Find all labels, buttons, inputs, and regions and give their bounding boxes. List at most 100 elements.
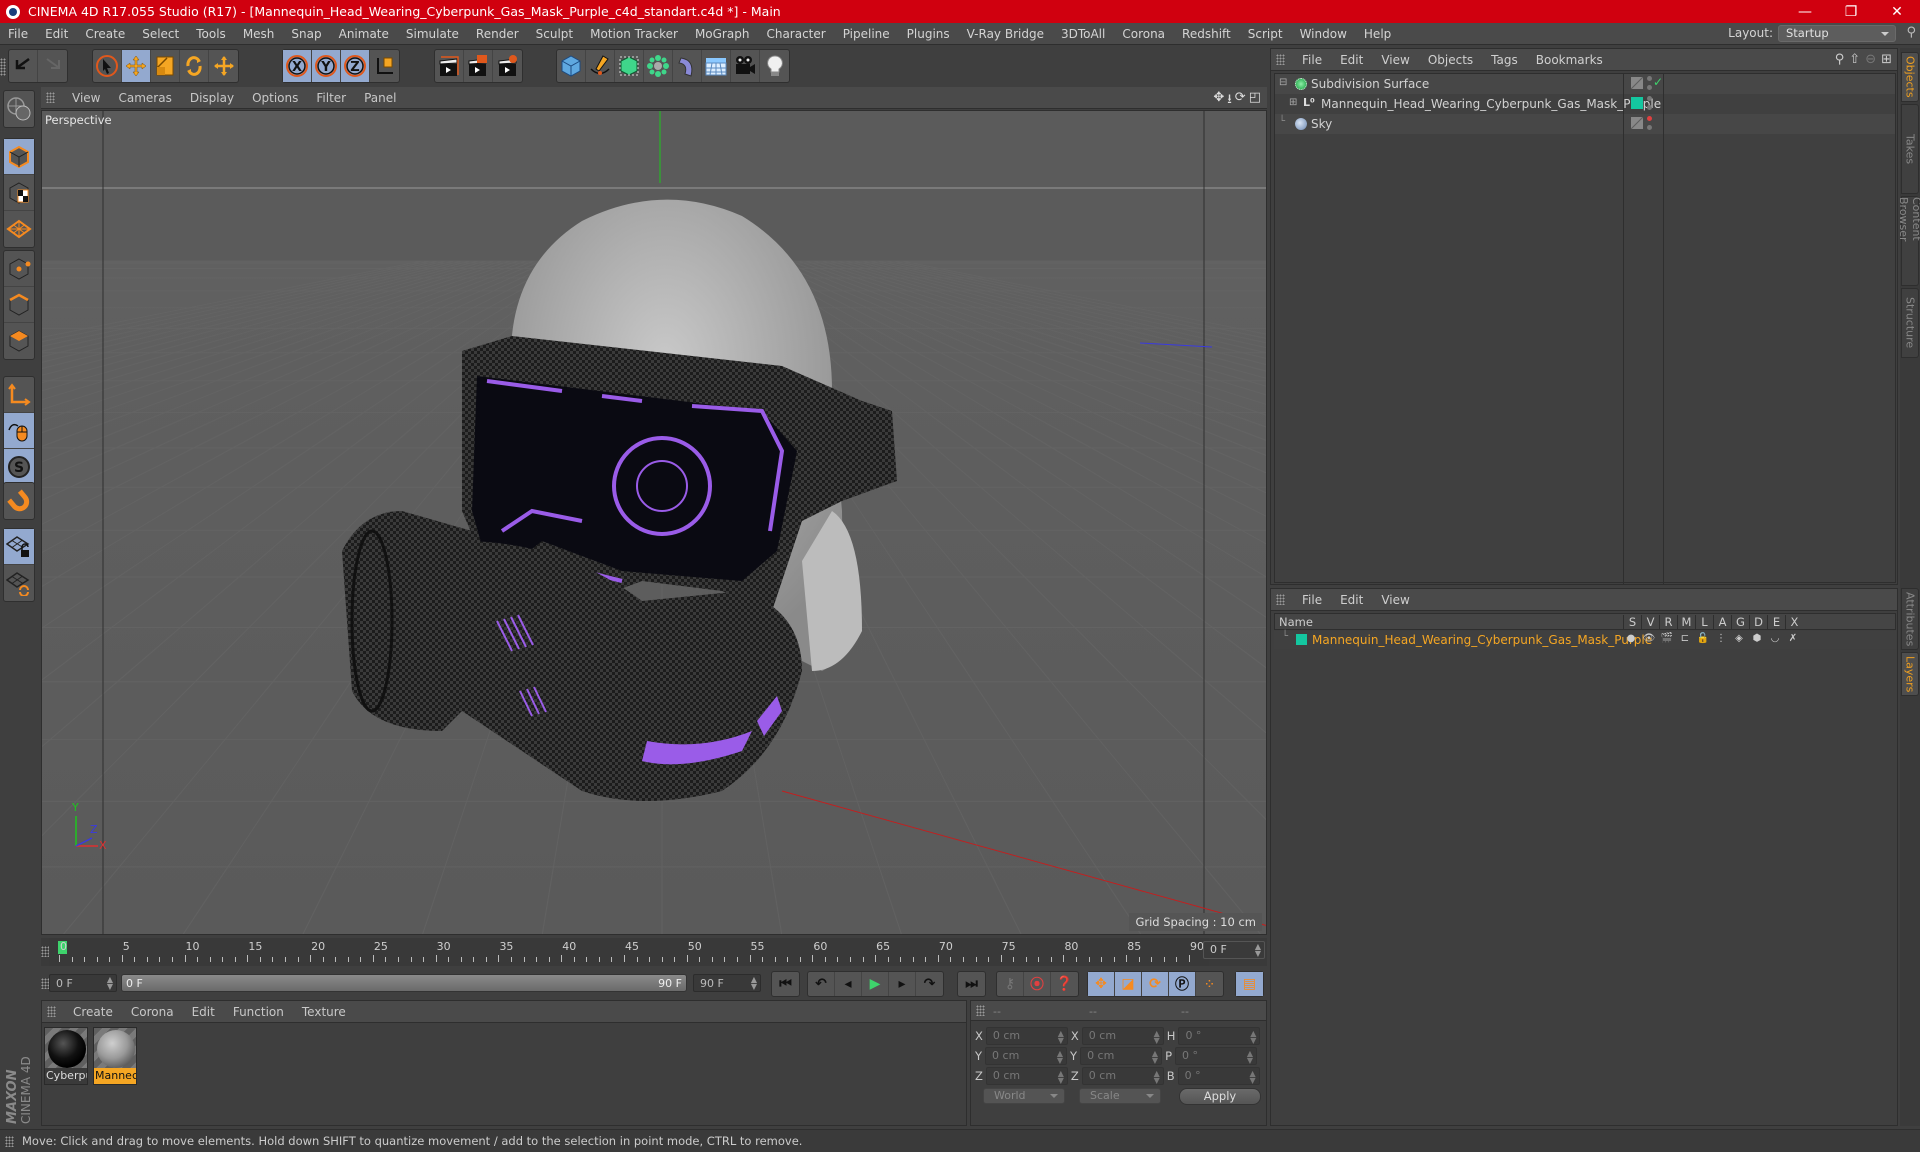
deformer-button[interactable] bbox=[673, 50, 702, 82]
motion-record-button[interactable]: ⚷ bbox=[997, 972, 1024, 996]
layer-column-x[interactable]: X bbox=[1785, 615, 1803, 629]
preview-range-slider[interactable]: 0 F 90 F bbox=[121, 974, 687, 992]
dock-tab-structure[interactable]: Structure bbox=[1901, 288, 1919, 358]
layer-column-v[interactable]: V bbox=[1641, 615, 1659, 629]
menu-character[interactable]: Character bbox=[758, 27, 834, 41]
perspective-viewport[interactable]: Y X Z Perspective Grid Spacing : 10 cm bbox=[41, 110, 1267, 935]
dock-tab-objects[interactable]: Objects bbox=[1901, 52, 1919, 102]
layers-menu-view[interactable]: View bbox=[1372, 593, 1418, 607]
objects-menu-objects[interactable]: Objects bbox=[1419, 53, 1482, 67]
cube-button[interactable] bbox=[557, 50, 586, 82]
menu-mesh[interactable]: Mesh bbox=[235, 27, 284, 41]
snap-settings-button[interactable]: S bbox=[4, 449, 34, 485]
material-menu-create[interactable]: Create bbox=[64, 1005, 122, 1019]
play-button[interactable]: ▶ bbox=[862, 972, 889, 996]
menu-sculpt[interactable]: Sculpt bbox=[528, 27, 582, 41]
menu-pipeline[interactable]: Pipeline bbox=[835, 27, 899, 41]
spin-arrows-icon[interactable]: ▲ ▼ bbox=[1250, 1070, 1256, 1085]
dock-tab-content-browser[interactable]: Content Browser bbox=[1897, 196, 1920, 286]
menu-script[interactable]: Script bbox=[1240, 27, 1292, 41]
menu-corona[interactable]: Corona bbox=[1114, 27, 1174, 41]
render-settings-button[interactable] bbox=[493, 50, 522, 82]
layer-toggle-l-icon[interactable]: 🔓 bbox=[1694, 633, 1712, 644]
column-divider[interactable] bbox=[1663, 74, 1664, 584]
expand-icon[interactable]: ⊞ bbox=[1289, 97, 1297, 108]
size-field[interactable]: 0 cm ▲ ▼ bbox=[1080, 1047, 1163, 1065]
material-menu-texture[interactable]: Texture bbox=[293, 1005, 355, 1019]
display-tag-icon[interactable] bbox=[1631, 117, 1643, 129]
layer-column-a[interactable]: A bbox=[1713, 615, 1731, 629]
undo-button[interactable] bbox=[9, 50, 38, 82]
minimize-button[interactable]: — bbox=[1782, 0, 1828, 23]
menu-edit[interactable]: Edit bbox=[37, 27, 77, 41]
material-swatch-cyberpunk[interactable]: Cyberpu bbox=[44, 1027, 88, 1085]
x-axis-lock-button[interactable]: X bbox=[283, 50, 312, 82]
menu-simulate[interactable]: Simulate bbox=[398, 27, 468, 41]
viewport-menu-view[interactable]: View bbox=[63, 91, 109, 105]
enabled-check-icon[interactable]: ✓ bbox=[1653, 75, 1663, 89]
workplane-mode-button[interactable] bbox=[4, 211, 34, 247]
layer-column-r[interactable]: R bbox=[1659, 615, 1677, 629]
status-grip[interactable] bbox=[5, 1135, 14, 1147]
dock-tab-layers[interactable]: Layers bbox=[1901, 652, 1919, 696]
spin-arrows-icon[interactable]: ▲ ▼ bbox=[1057, 1050, 1063, 1065]
link-icon[interactable]: ⊖ bbox=[1865, 52, 1876, 67]
toggle-layout-icon[interactable]: ◰ bbox=[1249, 90, 1261, 112]
size-field[interactable]: 0 cm ▲ ▼ bbox=[1081, 1067, 1164, 1085]
viewport-menu-display[interactable]: Display bbox=[181, 91, 243, 105]
layer-toggle-x-icon[interactable]: ✗ bbox=[1784, 633, 1802, 644]
light-button[interactable] bbox=[760, 50, 789, 82]
key-scale-button[interactable]: ◪ bbox=[1115, 972, 1142, 996]
material-menu-corona[interactable]: Corona bbox=[122, 1005, 183, 1019]
layer-column-d[interactable]: D bbox=[1749, 615, 1767, 629]
autokey-button[interactable]: ❓ bbox=[1051, 972, 1078, 996]
current-frame-field[interactable]: 0 F ▲ ▼ bbox=[1203, 941, 1265, 959]
command-search-icon[interactable]: ⚲ bbox=[1906, 25, 1916, 40]
layer-toggle-s-icon[interactable]: ● bbox=[1622, 633, 1640, 644]
menu-mograph[interactable]: MoGraph bbox=[687, 27, 759, 41]
search-icon[interactable]: ⚲ bbox=[1835, 52, 1845, 67]
objects-menu-view[interactable]: View bbox=[1372, 53, 1418, 67]
transform-button[interactable] bbox=[209, 50, 238, 82]
edges-mode-button[interactable] bbox=[4, 287, 34, 323]
tweak-mode-button[interactable] bbox=[4, 413, 34, 449]
new-panel-icon[interactable]: ⊞ bbox=[1881, 52, 1892, 67]
timeline-window-button[interactable]: ▤ bbox=[1236, 972, 1263, 996]
coordinate-system-button[interactable] bbox=[370, 50, 399, 82]
render-visibility-dot[interactable] bbox=[1647, 105, 1652, 110]
step-back-button[interactable]: ◂ bbox=[835, 972, 862, 996]
coordinate-grip[interactable] bbox=[976, 1005, 985, 1016]
dolly-view-icon[interactable]: ⭳ bbox=[1227, 90, 1232, 112]
layer-toggle-v-icon[interactable]: 👁 bbox=[1640, 633, 1658, 644]
pen-spline-button[interactable] bbox=[586, 50, 615, 82]
end-frame-field[interactable]: 90 F ▲ ▼ bbox=[693, 974, 761, 992]
workplane-rotate-button[interactable] bbox=[4, 565, 34, 601]
spin-arrows-icon[interactable]: ▲ ▼ bbox=[1058, 1030, 1064, 1045]
spin-arrows-icon[interactable]: ▲ ▼ bbox=[1250, 1030, 1256, 1045]
floor-button[interactable] bbox=[702, 50, 731, 82]
layer-toggle-r-icon[interactable]: 🎬 bbox=[1658, 633, 1676, 644]
layer-color-swatch[interactable] bbox=[1296, 634, 1307, 645]
rotation-field[interactable]: 0 ° ▲ ▼ bbox=[1175, 1047, 1257, 1065]
layers-menu-file[interactable]: File bbox=[1293, 593, 1331, 607]
render-visibility-dot[interactable] bbox=[1647, 125, 1652, 130]
z-axis-lock-button[interactable]: Z bbox=[341, 50, 370, 82]
points-mode-button[interactable] bbox=[4, 251, 34, 287]
camera-button[interactable] bbox=[731, 50, 760, 82]
magnet-button[interactable] bbox=[4, 483, 34, 519]
objects-menu-bookmarks[interactable]: Bookmarks bbox=[1527, 53, 1612, 67]
menu-plugins[interactable]: Plugins bbox=[899, 27, 959, 41]
collapse-icon[interactable]: ⊟ bbox=[1279, 77, 1287, 88]
axis-mode-button[interactable] bbox=[4, 377, 34, 413]
menu-window[interactable]: Window bbox=[1292, 27, 1356, 41]
menu-render[interactable]: Render bbox=[468, 27, 528, 41]
material-swatch-mannequin[interactable]: Mannec bbox=[93, 1027, 137, 1085]
redo-button[interactable] bbox=[38, 50, 67, 82]
menu-tools[interactable]: Tools bbox=[188, 27, 235, 41]
previous-key-button[interactable]: ↶ bbox=[808, 972, 835, 996]
go-to-end-button[interactable]: ⏭ bbox=[958, 972, 985, 996]
objects-menu-tags[interactable]: Tags bbox=[1482, 53, 1527, 67]
size-mode-dropdown[interactable]: Scale bbox=[1079, 1088, 1161, 1104]
go-to-start-button[interactable]: ⏮ bbox=[772, 972, 799, 996]
rotate-button[interactable] bbox=[180, 50, 209, 82]
